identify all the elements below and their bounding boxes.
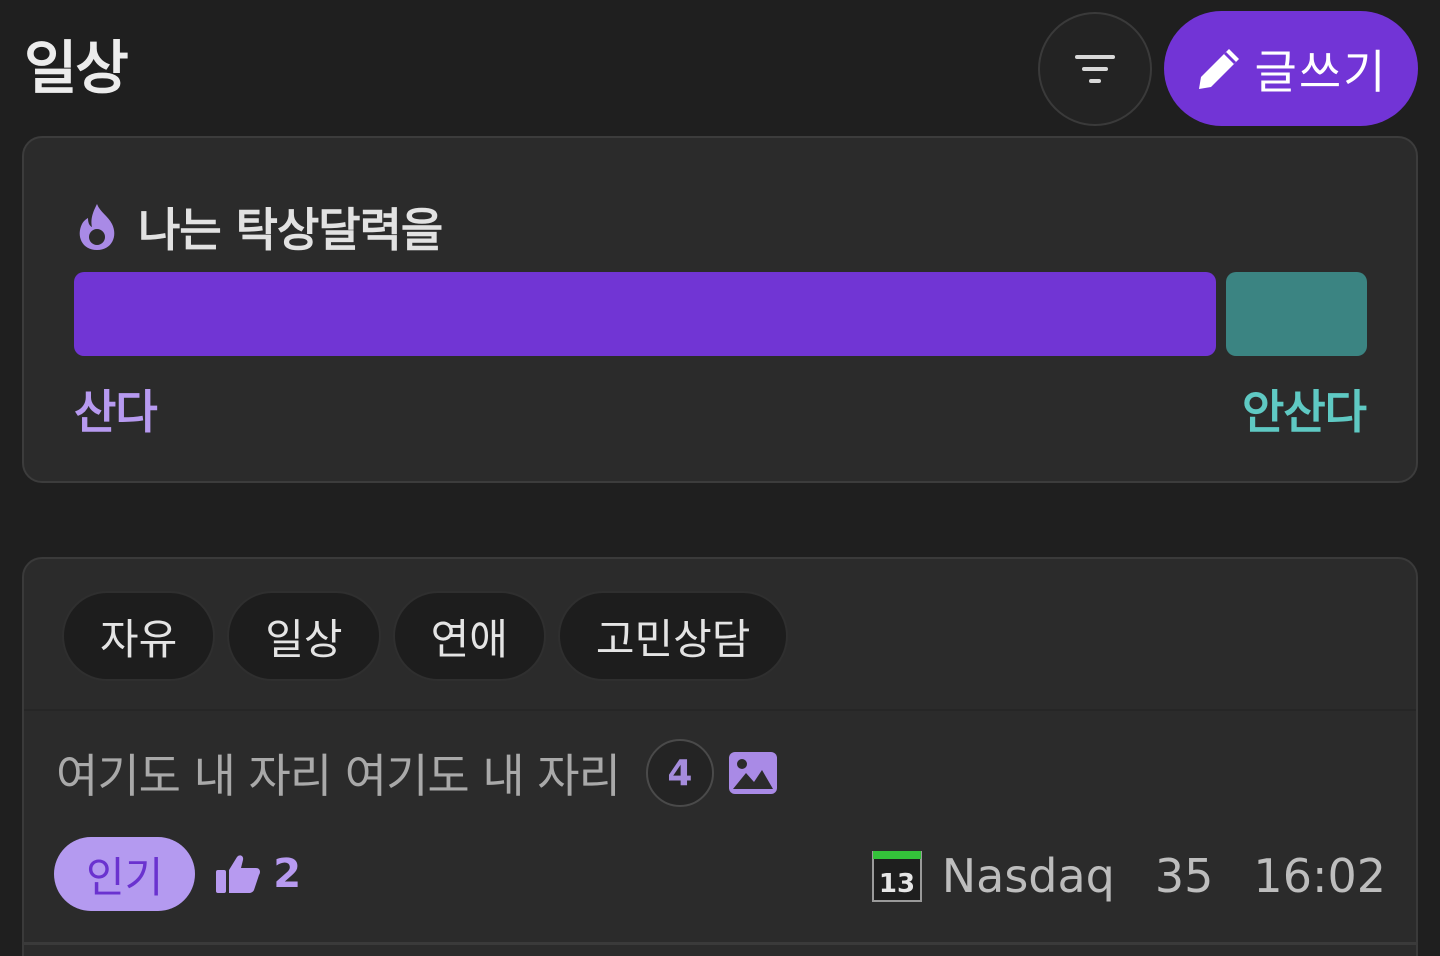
board-card: 자유 일상 연애 고민상담 여기도 내 자리 여기도 내 자리 4 인기 2 1… [22, 557, 1418, 956]
category-chip-daily[interactable]: 일상 [227, 591, 381, 681]
category-chip-free[interactable]: 자유 [62, 591, 216, 681]
page-title: 일상 [24, 34, 129, 102]
divider [24, 709, 1416, 711]
post-item[interactable]: 여기도 내 자리 여기도 내 자리 4 [56, 739, 778, 807]
poll-option-no[interactable]: 안산다 [1242, 376, 1367, 442]
poll-bar-no[interactable] [1226, 272, 1367, 356]
post-author[interactable]: Nasdaq [942, 849, 1115, 903]
poll-card: 나는 탁상달력을 산다 안산다 [22, 136, 1418, 483]
pencil-icon [1198, 48, 1239, 89]
divider [24, 942, 1416, 945]
post-time: 16:02 [1253, 849, 1386, 903]
popular-badge: 인기 [54, 837, 196, 911]
page: 일상 글쓰기 나는 탁상달력을 산다 안산다 자유 일상 연애 고민상담 여기도… [0, 0, 1440, 956]
calendar-icon: 13 [871, 850, 922, 902]
category-chip-dating[interactable]: 연애 [392, 591, 546, 681]
post-views: 35 [1154, 849, 1214, 903]
category-chips: 자유 일상 연애 고민상담 [62, 591, 789, 681]
filter-icon [1075, 55, 1115, 83]
post-meta-left: 인기 2 [54, 837, 301, 911]
poll-question-text: 나는 탁상달력을 [138, 203, 443, 257]
post-title[interactable]: 여기도 내 자리 여기도 내 자리 [56, 740, 621, 806]
poll-bar-yes[interactable] [74, 272, 1216, 356]
fire-icon [79, 204, 115, 250]
poll-question: 나는 탁상달력을 [74, 194, 443, 260]
image-icon [728, 751, 778, 795]
calendar-day: 13 [879, 869, 915, 899]
category-chip-advice[interactable]: 고민상담 [557, 591, 789, 681]
filter-button[interactable] [1038, 12, 1152, 126]
write-post-label: 글쓰기 [1254, 44, 1388, 99]
poll-option-yes[interactable]: 산다 [74, 376, 158, 442]
like-count-value: 2 [273, 851, 302, 897]
thumbs-up-icon [216, 855, 261, 893]
comment-count-badge: 4 [645, 739, 714, 807]
write-post-button[interactable]: 글쓰기 [1164, 11, 1418, 126]
like-count: 2 [215, 851, 301, 897]
post-meta-right: 13 Nasdaq 35 16:02 [871, 849, 1386, 903]
